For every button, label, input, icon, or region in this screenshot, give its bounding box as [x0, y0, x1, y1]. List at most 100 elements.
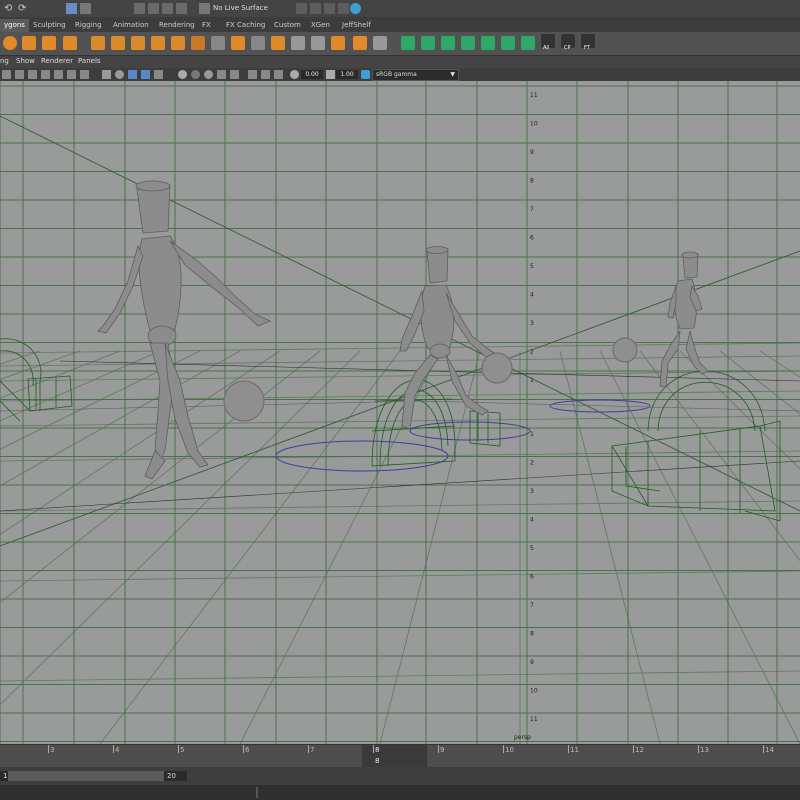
poly-cylinder-icon[interactable] — [63, 36, 77, 50]
snap-grid-icon[interactable] — [134, 3, 145, 14]
range-start-field[interactable]: 1 — [0, 771, 8, 781]
motion-blur-icon[interactable] — [217, 70, 226, 79]
current-time-marker[interactable] — [362, 745, 427, 768]
tab-rendering[interactable]: Rendering — [155, 19, 199, 32]
grid-label: 1 — [530, 431, 534, 438]
gamma-icon[interactable] — [326, 70, 335, 79]
lasso-tool-icon[interactable] — [80, 3, 91, 14]
hypershade-icon[interactable] — [338, 3, 349, 14]
smooth-shade-icon[interactable] — [115, 70, 124, 79]
wire-car-prop[interactable] — [611, 370, 781, 522]
wire-arch-prop[interactable] — [371, 379, 501, 467]
field-chart-icon[interactable] — [54, 70, 63, 79]
exposure-icon[interactable] — [290, 70, 299, 79]
panel-menu-renderer[interactable]: Renderer — [41, 57, 73, 65]
panel-menu-bar: ng Show Renderer Panels — [0, 56, 800, 68]
uv-auto-icon[interactable] — [461, 36, 475, 50]
isolate-select-icon[interactable] — [261, 70, 270, 79]
xray-icon[interactable] — [141, 70, 150, 79]
tab-rigging[interactable]: Rigging — [71, 19, 106, 32]
player-move-circle[interactable] — [549, 399, 651, 413]
tab-sculpting[interactable]: Sculpting — [29, 19, 70, 32]
view-transform-dropdown[interactable]: sRGB gamma ▼ — [372, 69, 459, 81]
exposure-field[interactable]: 0.00 — [301, 70, 323, 79]
fill-hole-icon[interactable] — [291, 36, 305, 50]
ambient-occlusion-icon[interactable] — [204, 70, 213, 79]
tab-custom[interactable]: Custom — [270, 19, 305, 32]
redo-icon[interactable]: ⟳ — [18, 3, 29, 14]
uv-planar-icon[interactable] — [401, 36, 415, 50]
safe-action-icon[interactable] — [67, 70, 76, 79]
range-bar[interactable] — [8, 771, 184, 781]
safe-title-icon[interactable] — [80, 70, 89, 79]
time-slider[interactable]: 3 4 5 6 7 9 10 11 12 13 14 8 8 — [0, 744, 800, 768]
basketball-sphere[interactable] — [223, 380, 265, 422]
grid-label: 5 — [530, 545, 534, 552]
poly-sphere-icon[interactable] — [3, 36, 17, 50]
wireframe-icon[interactable] — [102, 70, 111, 79]
extrude-icon[interactable] — [151, 36, 165, 50]
render-current-frame-icon[interactable] — [296, 3, 307, 14]
uv-cylindrical-icon[interactable] — [421, 36, 435, 50]
uv-spherical-icon[interactable] — [441, 36, 455, 50]
uv-layout-icon[interactable] — [501, 36, 515, 50]
live-surface-icon[interactable] — [199, 3, 210, 14]
cleanup-icon[interactable] — [373, 36, 387, 50]
color-management-icon[interactable] — [361, 70, 370, 79]
bridge-icon[interactable] — [171, 36, 185, 50]
boolean-icon[interactable] — [331, 36, 345, 50]
tab-fx[interactable]: FX — [198, 19, 215, 32]
anti-aliasing-icon[interactable] — [230, 70, 239, 79]
basketball-sphere[interactable] — [612, 337, 638, 363]
select-tool-icon[interactable] — [66, 3, 77, 14]
use-default-material-icon[interactable] — [154, 70, 163, 79]
mannequin-figure[interactable] — [97, 180, 271, 480]
wireframe-on-shaded-icon[interactable] — [128, 70, 137, 79]
grid-toggle-icon[interactable] — [2, 70, 11, 79]
smooth-icon[interactable] — [131, 36, 145, 50]
undo-icon[interactable]: ⟲ — [4, 3, 15, 14]
panel-menu-show[interactable]: Show — [16, 57, 35, 65]
basketball-sphere[interactable] — [481, 352, 513, 384]
snap-point-icon[interactable] — [162, 3, 173, 14]
uv-editor-icon[interactable] — [521, 36, 535, 50]
depth-of-field-icon[interactable] — [248, 70, 257, 79]
reduce-icon[interactable] — [353, 36, 367, 50]
tab-polygons[interactable]: ygons — [0, 19, 29, 32]
perspective-viewport[interactable]: 11 10 9 8 7 6 5 4 3 2 1 1 2 3 4 5 6 7 8 9 10 11 — [0, 81, 800, 744]
multicut-icon[interactable] — [191, 36, 205, 50]
mirror-icon[interactable] — [311, 36, 325, 50]
command-line[interactable] — [0, 785, 800, 800]
xray-joints-icon[interactable] — [274, 70, 283, 79]
resolution-gate-icon[interactable] — [28, 70, 37, 79]
snap-view-icon[interactable] — [176, 3, 187, 14]
separate-icon[interactable] — [111, 36, 125, 50]
film-gate-icon[interactable] — [15, 70, 24, 79]
ft-shelf-label: FT — [584, 45, 590, 51]
tab-animation[interactable]: Animation — [109, 19, 153, 32]
tab-jeffshelf[interactable]: JeffShelf — [338, 19, 375, 32]
snap-curve-icon[interactable] — [148, 3, 159, 14]
render-view-icon[interactable] — [350, 3, 361, 14]
render-settings-icon[interactable] — [324, 3, 335, 14]
range-end-field[interactable]: 20 — [164, 771, 187, 781]
poly-cube-icon[interactable] — [22, 36, 36, 50]
uv-unfold-icon[interactable] — [481, 36, 495, 50]
panel-menu-panels[interactable]: Panels — [78, 57, 101, 65]
gate-mask-icon[interactable] — [41, 70, 50, 79]
mannequin-figure[interactable] — [659, 251, 709, 388]
shadows-icon[interactable] — [191, 70, 200, 79]
gamma-field[interactable]: 1.00 — [336, 70, 358, 79]
ipr-render-icon[interactable] — [310, 3, 321, 14]
merge-icon[interactable] — [251, 36, 265, 50]
append-icon[interactable] — [271, 36, 285, 50]
poly-cone-icon[interactable] — [42, 36, 56, 50]
combine-icon[interactable] — [91, 36, 105, 50]
bevel-icon[interactable] — [231, 36, 245, 50]
lights-icon[interactable] — [178, 70, 187, 79]
tab-fx-caching[interactable]: FX Caching — [222, 19, 269, 32]
panel-menu-lighting[interactable]: ng — [0, 57, 9, 65]
tab-xgen[interactable]: XGen — [307, 19, 334, 32]
edge-loop-icon[interactable] — [211, 36, 225, 50]
live-surface-label[interactable]: No Live Surface — [213, 4, 268, 12]
